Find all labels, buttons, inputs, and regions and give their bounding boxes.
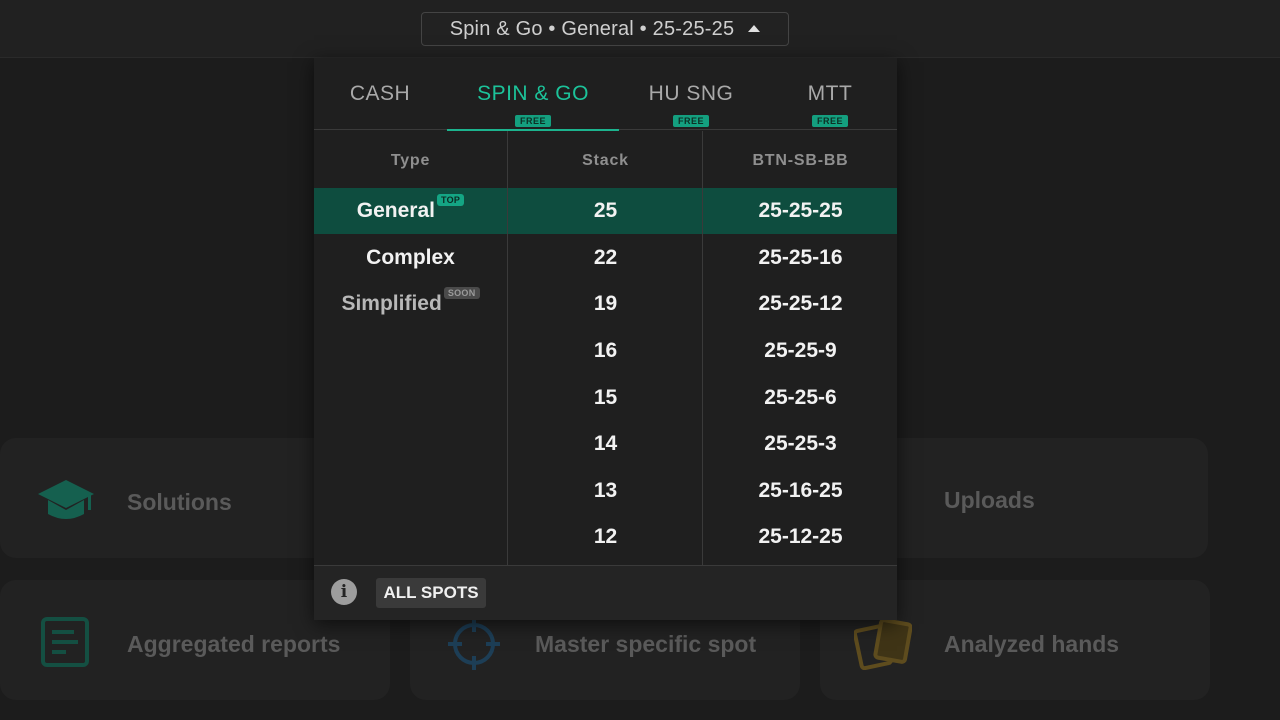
uploads-label: Uploads: [944, 487, 1035, 513]
info-icon[interactable]: i: [331, 579, 357, 605]
tab-spin-and-go-label: SPIN & GO: [477, 82, 589, 105]
master-specific-spot-label: Master specific spot: [535, 631, 757, 657]
type-option-complex[interactable]: Complex: [314, 235, 507, 282]
top-badge: TOP: [436, 194, 465, 206]
game-format-selector[interactable]: Spin & Go • General • 25-25-25: [421, 12, 789, 46]
format-dropdown-panel: CASH SPIN & GO FREE HU SNG FREE MTT FREE…: [314, 58, 897, 620]
aggregated-reports-label: Aggregated reports: [127, 631, 341, 657]
positions-option[interactable]: 25-25-3: [704, 421, 897, 468]
top-bar: Spin & Go • General • 25-25-25: [0, 0, 1280, 58]
stack-column-header: Stack: [582, 152, 629, 169]
tab-mtt-label: MTT: [807, 82, 853, 105]
tab-hu-sng[interactable]: HU SNG FREE: [619, 58, 763, 130]
uploads-card[interactable]: Uploads: [897, 438, 1208, 558]
type-column: Type General TOP Complex Simplified SOON: [314, 131, 508, 565]
positions-column-header: BTN-SB-BB: [752, 152, 849, 169]
all-spots-button[interactable]: ALL SPOTS: [376, 578, 486, 608]
positions-option[interactable]: 25-25-25: [704, 188, 897, 235]
positions-option[interactable]: 25-25-12: [704, 281, 897, 328]
stack-option[interactable]: 12: [509, 514, 702, 561]
stack-option[interactable]: 22: [509, 235, 702, 282]
tab-cash-label: CASH: [349, 82, 411, 105]
soon-badge: SOON: [443, 287, 480, 300]
dropdown-footer: i ALL SPOTS: [314, 565, 897, 620]
cards-icon: [852, 618, 913, 675]
positions-option[interactable]: 25-12-25: [704, 514, 897, 561]
positions-option[interactable]: 25-25-6: [704, 374, 897, 421]
type-option-label: Complex: [366, 245, 455, 269]
report-icon: [40, 616, 90, 673]
positions-option[interactable]: 25-25-16: [704, 235, 897, 282]
type-column-header: Type: [390, 152, 431, 169]
stack-option[interactable]: 13: [509, 468, 702, 515]
tab-cash[interactable]: CASH: [314, 58, 446, 130]
tab-mtt[interactable]: MTT FREE: [763, 58, 897, 130]
caret-up-icon: [748, 24, 761, 32]
selector-label: Spin & Go • General • 25-25-25: [449, 17, 735, 40]
stack-column: Stack 25 22 19 16 15 14 13 12: [509, 131, 703, 565]
type-option-simplified: Simplified SOON: [314, 281, 507, 328]
stack-option[interactable]: 16: [509, 328, 702, 375]
type-option-label: General: [356, 199, 435, 223]
tab-hu-sng-label: HU SNG: [648, 82, 734, 105]
positions-option[interactable]: 25-25-9: [704, 328, 897, 375]
free-badge: FREE: [811, 115, 848, 127]
analyzed-hands-label: Analyzed hands: [944, 631, 1120, 657]
free-badge: FREE: [514, 115, 551, 127]
positions-option[interactable]: 25-16-25: [704, 468, 897, 515]
stack-option[interactable]: 25: [509, 188, 702, 235]
tab-spin-and-go[interactable]: SPIN & GO FREE: [447, 58, 619, 131]
stack-option[interactable]: 19: [509, 281, 702, 328]
solutions-label: Solutions: [127, 489, 232, 515]
crosshair-icon: [446, 616, 502, 677]
format-tabs: CASH SPIN & GO FREE HU SNG FREE MTT FREE: [314, 58, 897, 131]
type-option-general[interactable]: General TOP: [314, 188, 507, 235]
stack-option[interactable]: 14: [509, 421, 702, 468]
type-option-label: Simplified: [341, 292, 442, 316]
graduation-cap-icon: [36, 476, 96, 531]
free-badge: FREE: [672, 115, 709, 127]
stack-option[interactable]: 15: [509, 374, 702, 421]
positions-column: BTN-SB-BB 25-25-25 25-25-16 25-25-12 25-…: [704, 131, 897, 565]
